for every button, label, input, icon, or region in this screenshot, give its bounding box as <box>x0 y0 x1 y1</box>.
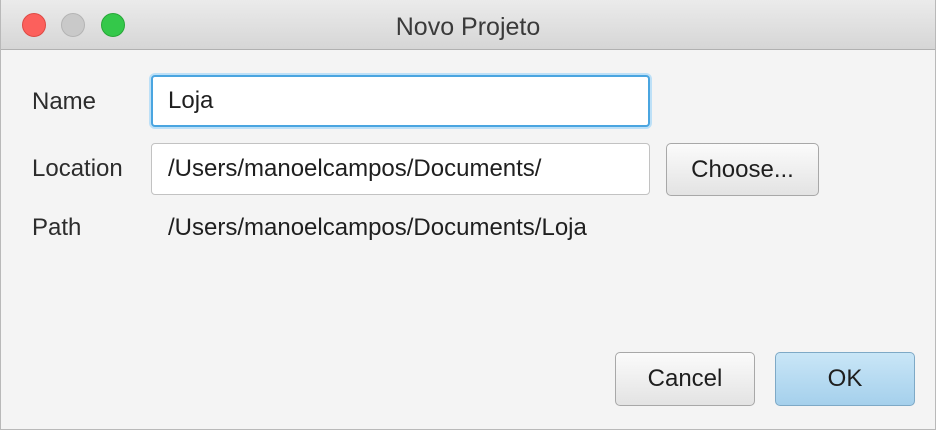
path-label: Path <box>32 214 82 241</box>
location-label: Location <box>32 155 123 182</box>
dialog-window: Novo Projeto Name Location Choose... Pat… <box>0 0 936 430</box>
ok-button[interactable]: OK <box>775 352 915 406</box>
name-label: Name <box>32 88 97 115</box>
window-title: Novo Projeto <box>395 13 541 41</box>
name-input[interactable] <box>151 75 650 127</box>
title-bar[interactable]: Novo Projeto <box>1 0 935 50</box>
location-input[interactable] <box>151 143 650 195</box>
cancel-button[interactable]: Cancel <box>615 352 755 406</box>
choose-button[interactable]: Choose... <box>666 143 819 196</box>
path-value: /Users/manoelcampos/Documents/Loja <box>168 214 587 241</box>
